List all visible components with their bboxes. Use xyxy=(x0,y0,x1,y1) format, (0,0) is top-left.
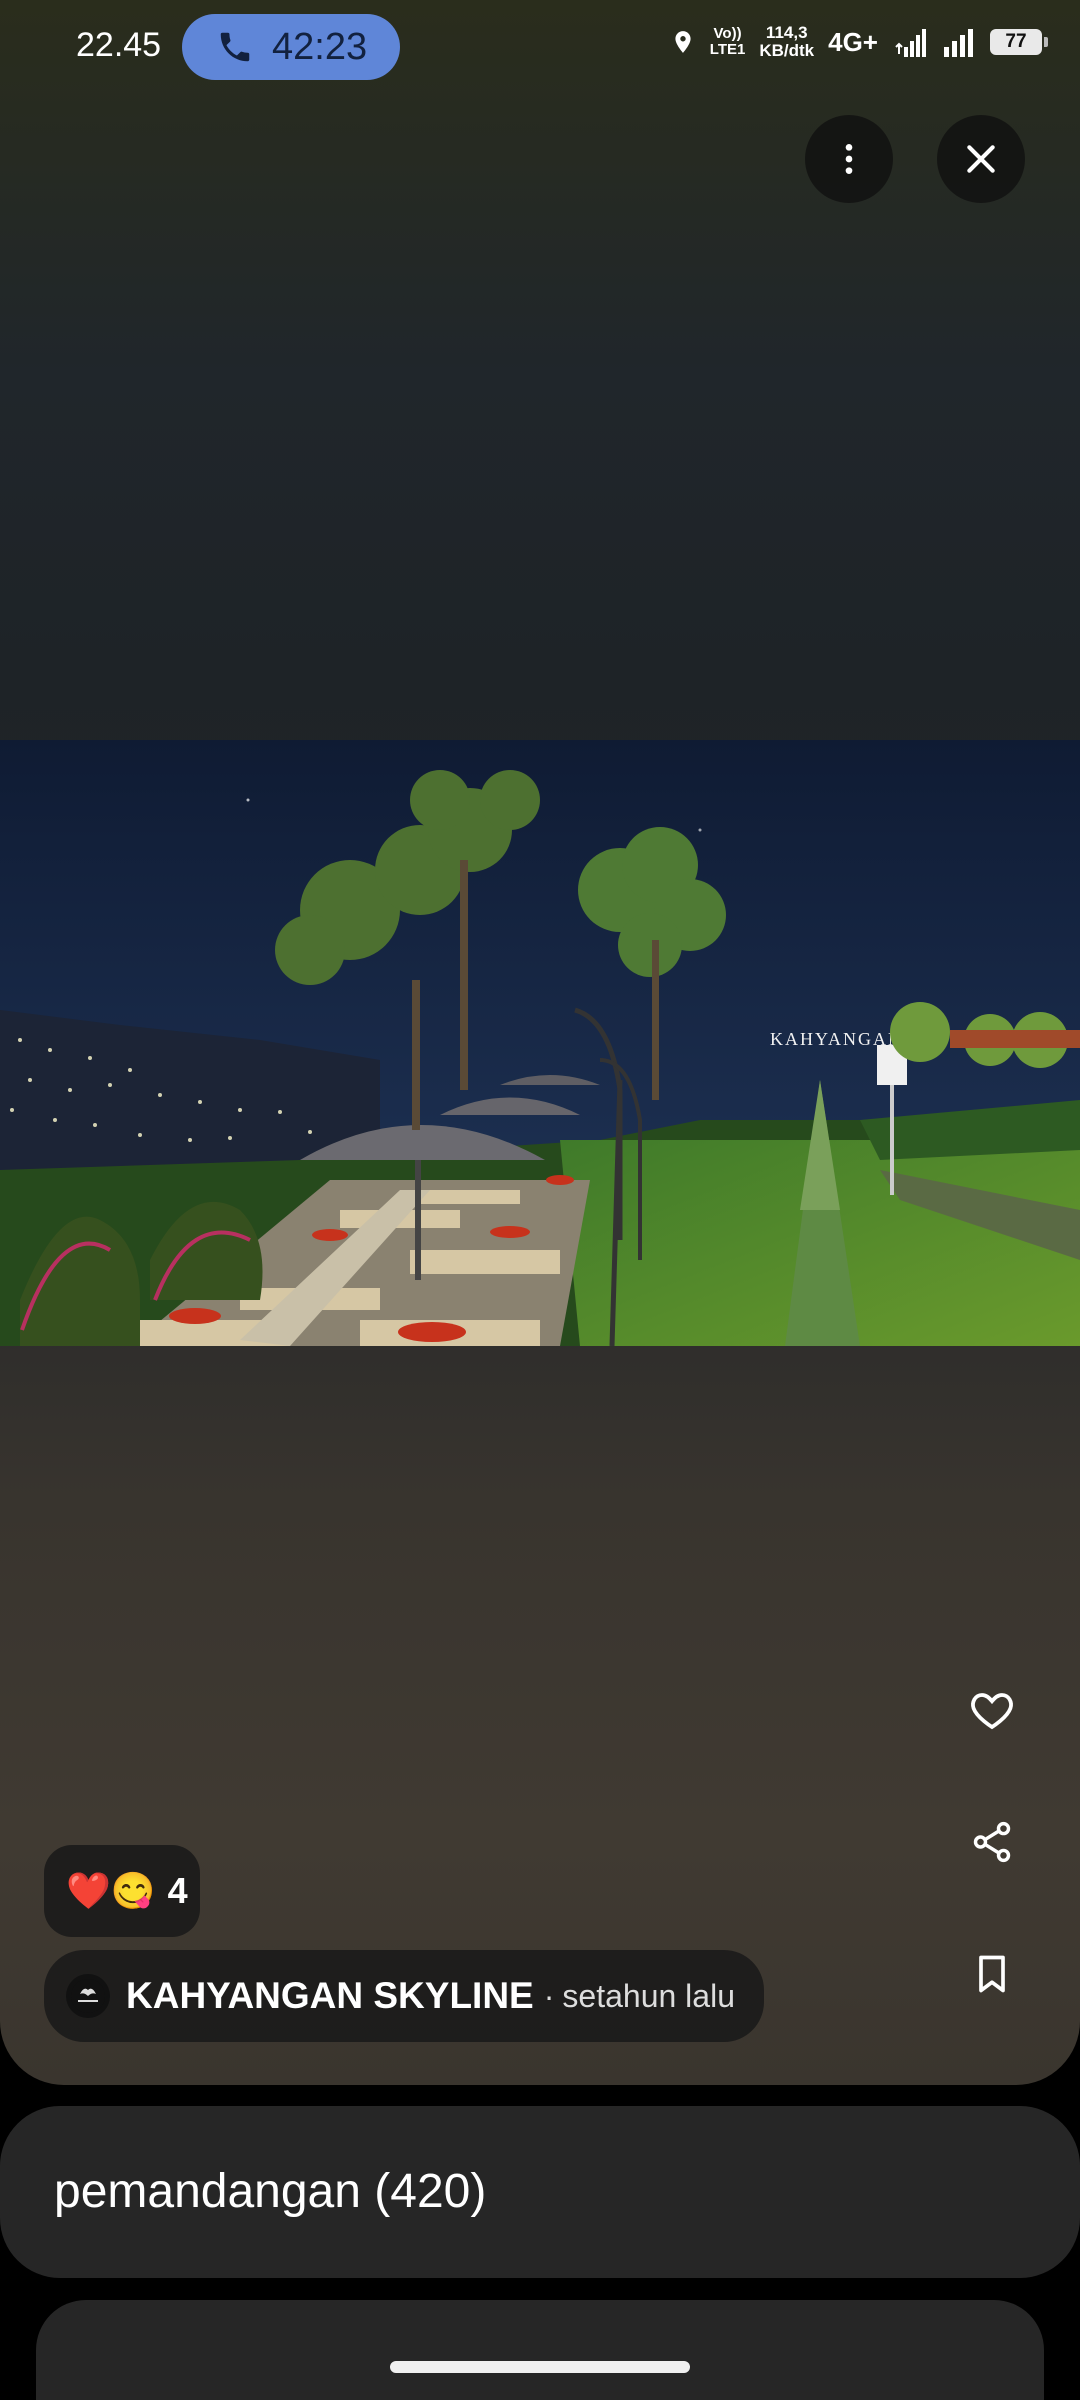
album-label: pemandangan (420) xyxy=(54,2165,487,2218)
source-chip[interactable]: KAHYANGAN SKYLINE · setahun lalu xyxy=(44,1950,764,2042)
source-logo-icon xyxy=(71,1979,105,2013)
status-bar: 22.45 42:23 Vo)) LTE1 114,3 KB/dtk 4G+ 7… xyxy=(0,0,1080,96)
photo-scene: KAHYANGAN xyxy=(0,740,1080,1346)
share-icon xyxy=(973,1821,1011,1863)
network-type: 4G+ xyxy=(828,26,878,57)
reaction-count: 4 xyxy=(167,1870,188,1911)
location-icon xyxy=(675,31,691,53)
next-card[interactable] xyxy=(36,2300,1044,2400)
heart-icon xyxy=(971,1693,1013,1730)
reactions-chip[interactable]: ❤️😋 4 xyxy=(44,1845,200,1937)
more-vert-icon xyxy=(845,144,853,174)
battery-indicator: 77 xyxy=(990,29,1048,55)
speed-value: 114,3 xyxy=(765,23,808,42)
share-button[interactable] xyxy=(960,1810,1024,1874)
photo-image[interactable]: KAHYANGAN xyxy=(0,740,1080,1346)
phone-icon xyxy=(220,32,250,62)
reaction-emoji: ❤️😋 xyxy=(66,1870,156,1911)
status-icons: Vo)) LTE1 114,3 KB/dtk 4G+ 77 xyxy=(670,24,1048,60)
signal-1-icon xyxy=(895,29,926,57)
signal-2-icon xyxy=(944,29,973,57)
photo-viewer: 22.45 42:23 Vo)) LTE1 114,3 KB/dtk 4G+ 7… xyxy=(0,0,1080,2085)
album-card[interactable]: pemandangan (420) xyxy=(0,2106,1080,2278)
speed-unit: KB/dtk xyxy=(759,41,815,60)
bookmark-icon xyxy=(979,1955,1005,1993)
like-button[interactable] xyxy=(960,1678,1024,1742)
source-time: setahun lalu xyxy=(562,1977,735,2014)
volte-line2: LTE1 xyxy=(709,41,746,58)
more-options-button[interactable] xyxy=(805,115,893,203)
battery-level: 77 xyxy=(1005,31,1027,52)
source-separator: · xyxy=(543,1977,555,2014)
call-timer: 42:23 xyxy=(272,25,368,68)
close-icon xyxy=(967,145,995,173)
home-indicator[interactable] xyxy=(390,2361,690,2373)
net-speed: 114,3 KB/dtk xyxy=(759,24,814,60)
close-button[interactable] xyxy=(937,115,1025,203)
source-name: KAHYANGAN SKYLINE xyxy=(126,1975,534,2016)
save-button[interactable] xyxy=(960,1942,1024,2006)
source-avatar xyxy=(66,1974,110,2018)
status-time: 22.45 xyxy=(76,26,162,64)
ongoing-call-chip[interactable]: 42:23 xyxy=(182,14,400,80)
volte-indicator: Vo)) LTE1 xyxy=(710,26,746,58)
volte-line1: Vo)) xyxy=(713,25,742,42)
